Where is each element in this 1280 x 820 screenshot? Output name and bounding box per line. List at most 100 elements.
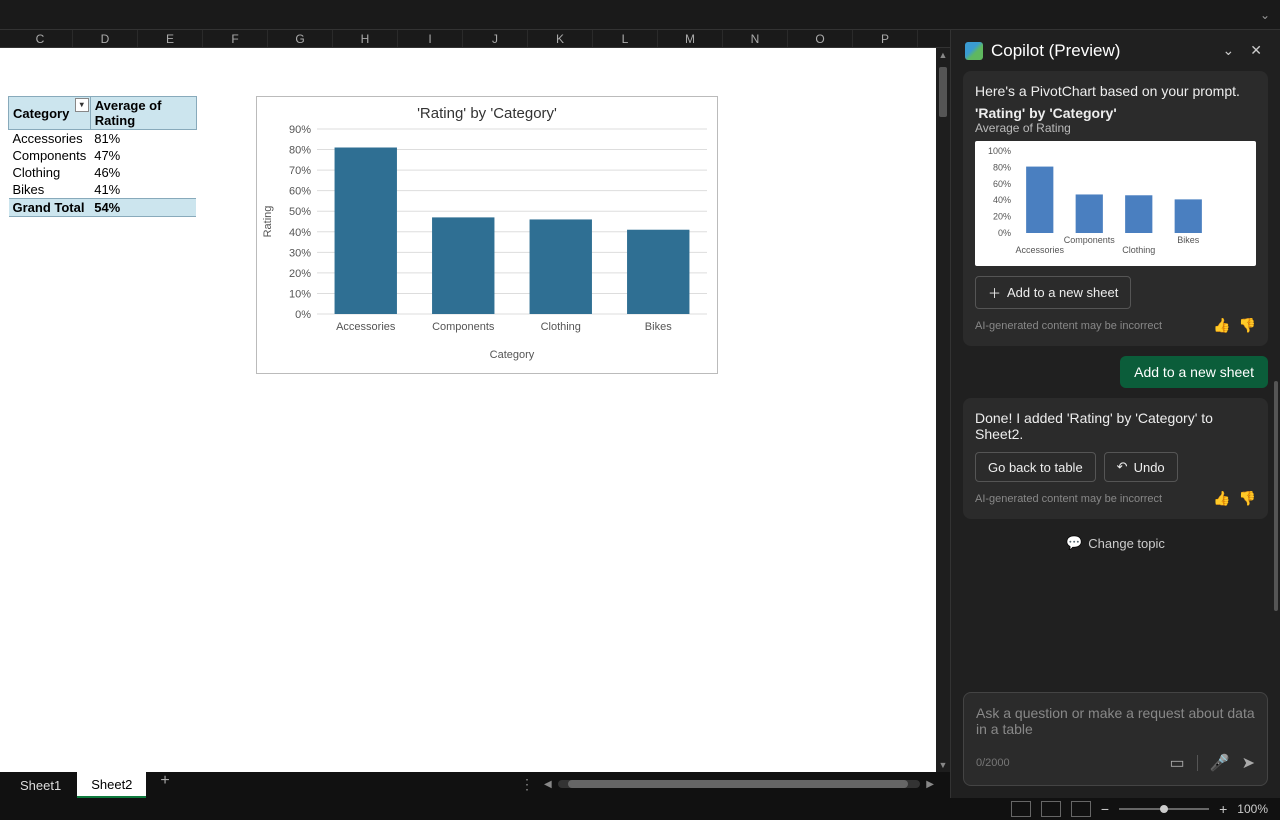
pivot-table[interactable]: Category ▾ Average of Rating Accessories…: [8, 96, 197, 217]
copilot-input[interactable]: Ask a question or make a request about d…: [963, 692, 1268, 786]
tab-sheet2[interactable]: Sheet2: [77, 772, 146, 798]
copilot-chart-title: 'Rating' by 'Category': [975, 105, 1256, 121]
column-header[interactable]: P: [853, 30, 918, 47]
chart-svg: 0%10%20%30%40%50%60%70%80%90%Accessories…: [257, 124, 717, 364]
copilot-mini-chart: 100%80%60%40%20%0%AccessoriesComponentsC…: [975, 141, 1256, 266]
svg-text:Components: Components: [1064, 235, 1116, 245]
pivot-row[interactable]: Components47%: [9, 147, 197, 164]
pivot-grand-total-value: 54%: [90, 199, 196, 217]
column-header[interactable]: J: [463, 30, 528, 47]
divider: [1197, 755, 1198, 771]
svg-text:90%: 90%: [289, 124, 311, 136]
pivot-row[interactable]: Accessories81%: [9, 130, 197, 148]
pivot-category: Bikes: [9, 181, 91, 199]
copilot-message-text: Done! I added 'Rating' by 'Category' to …: [975, 410, 1256, 442]
svg-text:Accessories: Accessories: [336, 321, 396, 333]
copilot-close-icon[interactable]: ✕: [1246, 40, 1266, 61]
zoom-slider-thumb[interactable]: [1160, 805, 1168, 813]
card-view-icon[interactable]: ▭: [1170, 753, 1185, 773]
svg-text:Accessories: Accessories: [1015, 245, 1064, 255]
scroll-up-arrow-icon[interactable]: ▲: [939, 48, 948, 62]
thumbs-down-icon[interactable]: 👎: [1239, 317, 1256, 334]
tab-menu-icon[interactable]: ⋮: [520, 776, 534, 793]
undo-button[interactable]: ↶ Undo: [1104, 452, 1178, 482]
svg-text:60%: 60%: [289, 186, 311, 198]
pivot-value: 47%: [90, 147, 196, 164]
column-header[interactable]: K: [528, 30, 593, 47]
svg-text:30%: 30%: [289, 247, 311, 259]
page-layout-view-icon[interactable]: [1041, 801, 1061, 817]
send-icon[interactable]: ➤: [1242, 753, 1255, 773]
tab-sheet1[interactable]: Sheet1: [6, 772, 75, 798]
column-header[interactable]: N: [723, 30, 788, 47]
svg-text:40%: 40%: [289, 227, 311, 239]
column-header[interactable]: G: [268, 30, 333, 47]
svg-text:0%: 0%: [998, 228, 1011, 238]
copilot-message-text: Here's a PivotChart based on your prompt…: [975, 83, 1256, 99]
copilot-expand-chevron-icon[interactable]: ⌄: [1219, 40, 1239, 61]
main-area: CDEFGHIJKLMNOP Category ▾ Average of Rat…: [0, 30, 1280, 798]
add-sheet-button[interactable]: +: [148, 772, 181, 798]
svg-text:50%: 50%: [289, 206, 311, 218]
column-header[interactable]: D: [73, 30, 138, 47]
column-header[interactable]: H: [333, 30, 398, 47]
column-header[interactable]: L: [593, 30, 658, 47]
microphone-icon[interactable]: 🎤: [1210, 753, 1230, 773]
pivot-chart[interactable]: 'Rating' by 'Category' 0%10%20%30%40%50%…: [256, 96, 718, 374]
column-header[interactable]: C: [8, 30, 73, 47]
zoom-slider[interactable]: [1119, 808, 1209, 810]
svg-text:20%: 20%: [993, 212, 1011, 222]
pivot-value: 41%: [90, 181, 196, 199]
pivot-category: Clothing: [9, 164, 91, 181]
chart-title: 'Rating' by 'Category': [257, 97, 717, 124]
pivot-row[interactable]: Clothing46%: [9, 164, 197, 181]
thumbs-up-icon[interactable]: 👍: [1213, 490, 1230, 507]
thumbs-up-icon[interactable]: 👍: [1213, 317, 1230, 334]
svg-text:Category: Category: [490, 349, 535, 361]
copilot-message: Here's a PivotChart based on your prompt…: [963, 71, 1268, 346]
column-header[interactable]: I: [398, 30, 463, 47]
svg-text:10%: 10%: [289, 288, 311, 300]
copilot-title: Copilot (Preview): [991, 41, 1211, 61]
copilot-scrollbar-thumb[interactable]: [1274, 381, 1278, 611]
pivot-header-category[interactable]: Category ▾: [9, 97, 91, 130]
vscroll-thumb[interactable]: [939, 67, 947, 117]
zoom-out-button[interactable]: −: [1101, 801, 1109, 817]
svg-text:Clothing: Clothing: [541, 321, 581, 333]
vertical-scrollbar[interactable]: ▲ ▼: [936, 48, 950, 772]
pivot-header-average[interactable]: Average of Rating: [90, 97, 196, 130]
column-header[interactable]: F: [203, 30, 268, 47]
normal-view-icon[interactable]: [1011, 801, 1031, 817]
copilot-input-placeholder: Ask a question or make a request about d…: [976, 705, 1255, 745]
pivot-filter-dropdown-icon[interactable]: ▾: [75, 98, 89, 112]
svg-text:0%: 0%: [295, 309, 311, 321]
svg-text:Components: Components: [432, 321, 495, 333]
scroll-right-arrow-icon[interactable]: ▶: [926, 779, 934, 790]
svg-text:80%: 80%: [993, 162, 1011, 172]
horizontal-scrollbar[interactable]: ⋮ ◀ ▶: [520, 776, 934, 792]
scroll-down-arrow-icon[interactable]: ▼: [939, 758, 948, 772]
thumbs-down-icon[interactable]: 👎: [1239, 490, 1256, 507]
go-back-to-table-button[interactable]: Go back to table: [975, 452, 1096, 482]
column-header[interactable]: O: [788, 30, 853, 47]
svg-text:Clothing: Clothing: [1122, 245, 1155, 255]
sheet-grid[interactable]: Category ▾ Average of Rating Accessories…: [0, 48, 950, 772]
scroll-left-arrow-icon[interactable]: ◀: [544, 779, 552, 790]
add-to-new-sheet-button[interactable]: ＋ Add to a new sheet: [975, 276, 1131, 309]
ribbon-collapse-chevron-icon[interactable]: ⌄: [1260, 8, 1270, 22]
pivot-grand-total-label: Grand Total: [9, 199, 91, 217]
page-break-view-icon[interactable]: [1071, 801, 1091, 817]
zoom-in-button[interactable]: +: [1219, 801, 1227, 817]
hscroll-thumb[interactable]: [568, 780, 908, 788]
zoom-level[interactable]: 100%: [1237, 802, 1268, 816]
column-header[interactable]: M: [658, 30, 723, 47]
status-bar: − + 100%: [0, 798, 1280, 820]
app-top-bar: ⌄: [0, 0, 1280, 30]
svg-text:60%: 60%: [993, 179, 1011, 189]
copilot-chart-subtitle: Average of Rating: [975, 121, 1256, 135]
column-header[interactable]: E: [138, 30, 203, 47]
pivot-value: 46%: [90, 164, 196, 181]
svg-text:40%: 40%: [993, 195, 1011, 205]
pivot-row[interactable]: Bikes41%: [9, 181, 197, 199]
change-topic-button[interactable]: 💬 Change topic: [963, 529, 1268, 557]
